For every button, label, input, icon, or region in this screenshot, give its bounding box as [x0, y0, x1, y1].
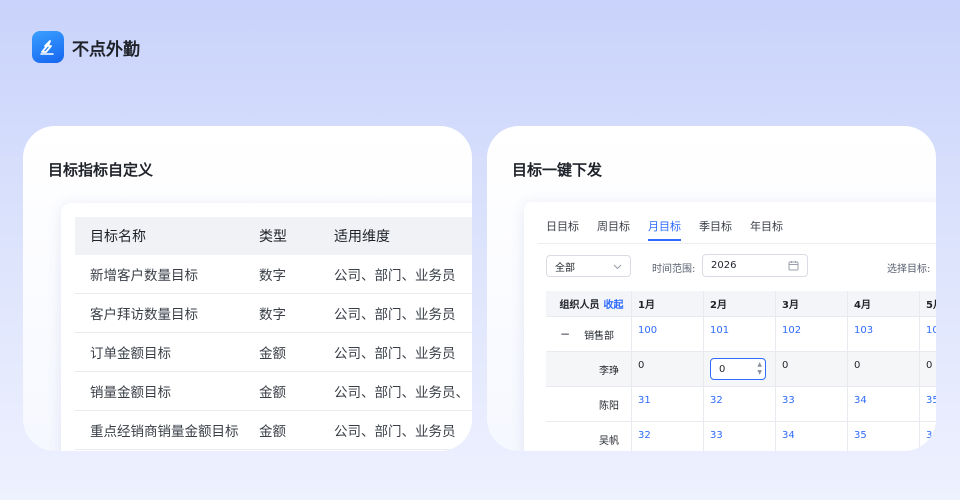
target-definition-card: 目标指标自定义 目标名称 类型 适用维度 新增客户数量目标 数字 公司、部门、业…: [23, 126, 472, 451]
month-value-cell[interactable]: 32: [632, 422, 704, 451]
month-value-cell[interactable]: 100: [632, 317, 704, 352]
row-name: 销售部: [584, 330, 615, 342]
cell-type: 金额: [259, 424, 286, 440]
row-label: − 销售部: [546, 317, 632, 352]
row-label: 李琤: [546, 352, 632, 387]
grid-row-member: 李琤 0 0 ▲ ▼ 0 0 0: [546, 352, 936, 387]
grid-row-member: 吴帆 32 33 34 35 3: [546, 422, 936, 451]
target-grid: 组织人员 收起 1月 2月 3月 4月 5月 − 销售部 100 101 102…: [546, 291, 936, 451]
calendar-icon: [788, 260, 799, 274]
cell-type: 金额: [259, 385, 286, 401]
month-header: 2月: [704, 291, 776, 317]
tab-divider: [538, 243, 936, 244]
cell-type: 金额: [259, 346, 286, 362]
cell-target-name: 新增客户数量目标: [90, 268, 198, 284]
select-target-label: 选择目标:: [887, 264, 931, 275]
dept-select-value: 全部: [555, 262, 575, 274]
header-dimension: 适用维度: [334, 229, 390, 245]
month-header: 3月: [776, 291, 848, 317]
grid-header: 组织人员 收起 1月 2月 3月 4月 5月: [546, 291, 936, 317]
card-title: 目标一键下发: [512, 161, 603, 179]
month-value-cell[interactable]: 3: [920, 422, 936, 451]
month-value-cell[interactable]: 34: [848, 387, 920, 422]
brand: 不点外勤: [32, 31, 140, 63]
year-picker-value: 2026: [711, 260, 737, 271]
month-value-cell[interactable]: 35: [848, 422, 920, 451]
app-logo-icon: [32, 31, 64, 63]
period-tabs: 日目标 周目标 月目标 季目标 年目标: [546, 218, 801, 241]
month-value-cell[interactable]: 101: [704, 317, 776, 352]
target-distribution-card: 目标一键下发 日目标 周目标 月目标 季目标 年目标 全部 时间范围: 2026…: [487, 126, 936, 451]
table-row[interactable]: 销量金额目标 金额 公司、部门、业务员、: [75, 372, 472, 411]
cell-type: 数字: [259, 268, 286, 284]
distribution-panel: 日目标 周目标 月目标 季目标 年目标 全部 时间范围: 2026 选择目标: …: [524, 202, 936, 451]
brand-name: 不点外勤: [72, 39, 140, 60]
month-value-cell[interactable]: 0: [920, 352, 936, 387]
cell-target-name: 客户拜访数量目标: [90, 307, 198, 323]
cell-dimension: 公司、部门、业务员: [334, 346, 456, 362]
month-value-cell[interactable]: 32: [704, 387, 776, 422]
table-row[interactable]: 新增客户数量目标 数字 公司、部门、业务员: [75, 255, 472, 294]
cell-target-name: 销量金额目标: [90, 385, 171, 401]
cell-target-name: 订单金额目标: [90, 346, 171, 362]
time-range-label: 时间范围:: [652, 264, 696, 275]
table-header: 目标名称 类型 适用维度: [75, 217, 472, 255]
month-value-cell[interactable]: 35: [920, 387, 936, 422]
number-input-value: 0: [719, 363, 726, 375]
grid-header-org: 组织人员 收起: [546, 291, 632, 317]
tab-weekly[interactable]: 周目标: [597, 218, 630, 241]
month-value-cell[interactable]: 34: [776, 422, 848, 451]
stepper-arrows-icon[interactable]: ▲ ▼: [757, 361, 762, 377]
month-value-cell[interactable]: 33: [704, 422, 776, 451]
row-label: 陈阳: [546, 387, 632, 422]
month-value-cell[interactable]: 0: [776, 352, 848, 387]
month-value-cell[interactable]: 31: [632, 387, 704, 422]
cell-dimension: 公司、部门、业务员: [334, 424, 456, 440]
month-header: 4月: [848, 291, 920, 317]
table-row[interactable]: 客户拜访数量目标 数字 公司、部门、业务员: [75, 294, 472, 333]
cell-dimension: 公司、部门、业务员: [334, 307, 456, 323]
month-value-cell[interactable]: 102: [776, 317, 848, 352]
cell-target-name: 重点经销商销量金额目标: [90, 424, 239, 440]
tab-quarterly[interactable]: 季目标: [699, 218, 732, 241]
row-label: 吴帆: [546, 422, 632, 451]
target-table: 目标名称 类型 适用维度 新增客户数量目标 数字 公司、部门、业务员 客户拜访数…: [75, 217, 472, 450]
month-value-cell[interactable]: 103: [848, 317, 920, 352]
org-header-label: 组织人员: [559, 300, 600, 311]
cell-dimension: 公司、部门、业务员、: [334, 385, 469, 401]
number-input[interactable]: 0 ▲ ▼: [710, 358, 766, 380]
row-name: 吴帆: [599, 435, 619, 447]
row-name: 李琤: [599, 365, 619, 377]
collapse-toggle-icon[interactable]: −: [560, 327, 570, 341]
header-type: 类型: [259, 229, 287, 245]
card-title: 目标指标自定义: [48, 161, 154, 179]
month-header: 5月: [920, 291, 936, 317]
grid-row-dept: − 销售部 100 101 102 103 10: [546, 317, 936, 352]
month-value-cell[interactable]: 0: [632, 352, 704, 387]
year-picker[interactable]: 2026: [702, 254, 808, 277]
tab-monthly[interactable]: 月目标: [648, 218, 681, 241]
chevron-down-icon: [613, 262, 622, 274]
table-row[interactable]: 重点经销商销量金额目标 金额 公司、部门、业务员: [75, 411, 472, 450]
tab-yearly[interactable]: 年目标: [750, 218, 783, 241]
tab-daily[interactable]: 日目标: [546, 218, 579, 241]
cell-type: 数字: [259, 307, 286, 323]
month-value-cell[interactable]: 0 ▲ ▼: [704, 352, 776, 387]
target-table-panel: 目标名称 类型 适用维度 新增客户数量目标 数字 公司、部门、业务员 客户拜访数…: [61, 203, 472, 451]
collapse-link[interactable]: 收起: [604, 296, 624, 311]
grid-row-member: 陈阳 31 32 33 34 35: [546, 387, 936, 422]
month-value-cell[interactable]: 0: [848, 352, 920, 387]
month-value-cell[interactable]: 10: [920, 317, 936, 352]
month-value-cell[interactable]: 33: [776, 387, 848, 422]
dept-select[interactable]: 全部: [546, 255, 631, 277]
row-name: 陈阳: [599, 400, 619, 412]
month-header: 1月: [632, 291, 704, 317]
cell-dimension: 公司、部门、业务员: [334, 268, 456, 284]
table-row[interactable]: 订单金额目标 金额 公司、部门、业务员: [75, 333, 472, 372]
header-target-name: 目标名称: [90, 229, 146, 245]
